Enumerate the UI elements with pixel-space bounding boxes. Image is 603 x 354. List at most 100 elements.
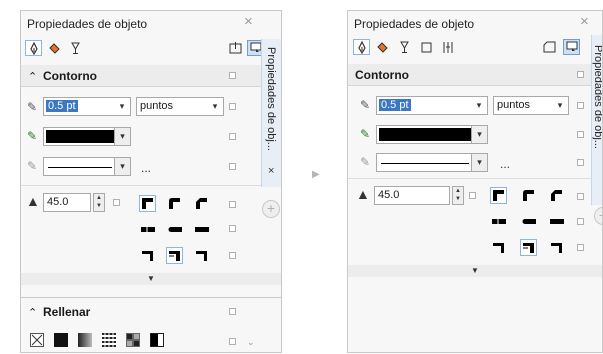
- frame-shape-button[interactable]: [227, 40, 244, 56]
- cap-round-button[interactable]: [520, 213, 537, 230]
- frame-tab[interactable]: [418, 39, 435, 55]
- cap-butt-icon: [491, 217, 506, 226]
- outline-color-picker[interactable]: ▾: [43, 127, 131, 146]
- wine-glass-icon: [71, 42, 80, 54]
- uniform-fill-button[interactable]: [54, 333, 68, 347]
- cap-square-button[interactable]: [193, 221, 210, 238]
- row-options-box[interactable]: [229, 225, 236, 232]
- row-options-box[interactable]: [229, 338, 236, 345]
- fountain-fill-button[interactable]: [78, 333, 92, 347]
- docker-tab[interactable]: Propiedades de obj... ×: [261, 39, 281, 187]
- transparency-tab[interactable]: [396, 39, 413, 55]
- outline-width-field[interactable]: 0.5 pt ▾: [376, 96, 488, 115]
- row-options-box[interactable]: [229, 163, 236, 170]
- dock-arrow-icon: [566, 41, 577, 51]
- corner-miter-icon: [493, 190, 504, 201]
- rellenar-section-header[interactable]: ⌃ Rellenar: [21, 301, 281, 323]
- miter-limit-field[interactable]: 45.0: [43, 193, 91, 212]
- line-style-picker[interactable]: ▾: [376, 153, 488, 172]
- miter-limit-spinner[interactable]: ▲ ▼: [93, 193, 105, 212]
- outline-width-value: 0.5 pt: [46, 100, 78, 112]
- texture-fill-icon: [127, 334, 139, 346]
- outline-width-pen-icon: ✎: [26, 100, 38, 114]
- corner-round-button[interactable]: [520, 187, 537, 204]
- row-options-box[interactable]: [577, 218, 584, 225]
- no-fill-icon: [31, 334, 43, 346]
- row-options-box[interactable]: [577, 193, 584, 200]
- outline-color-picker[interactable]: ▾: [376, 125, 488, 144]
- position-outside-icon: [142, 251, 153, 261]
- line-style-picker[interactable]: ▾: [43, 157, 131, 176]
- cap-square-button[interactable]: [548, 213, 565, 230]
- miter-limit-field[interactable]: 45.0: [374, 186, 450, 205]
- contorno-section-header[interactable]: ⌃ Contorno: [21, 65, 281, 87]
- position-inside-icon: [196, 251, 207, 261]
- docker-tab[interactable]: Propiedades de obj...: [591, 35, 602, 205]
- section-options-box[interactable]: [577, 71, 584, 78]
- units-dropdown[interactable]: puntos ▾: [493, 96, 569, 115]
- outline-tab[interactable]: [353, 39, 370, 55]
- panel-dock-button[interactable]: [563, 39, 580, 55]
- row-options-box[interactable]: [229, 252, 236, 259]
- row-options-box[interactable]: [577, 244, 584, 251]
- fill-tab[interactable]: [46, 40, 63, 56]
- docker-tab-label: Propiedades de obj...: [265, 47, 277, 151]
- pen-nib-icon: [29, 41, 38, 55]
- row-options-box[interactable]: [229, 201, 236, 208]
- outline-width-field[interactable]: 0.5 pt ▾: [43, 97, 131, 116]
- no-fill-button[interactable]: [30, 333, 44, 347]
- position-inside-button[interactable]: [548, 239, 565, 256]
- color-swatch: [379, 128, 471, 141]
- postscript-fill-button[interactable]: [150, 333, 164, 347]
- row-options-box[interactable]: [577, 159, 584, 166]
- object-properties-panel-left: Propiedades de objeto × ⌃ Contorno ✎ 0.5…: [20, 10, 282, 353]
- summary-tab[interactable]: [440, 39, 457, 55]
- position-center-button[interactable]: [520, 239, 537, 256]
- texture-fill-button[interactable]: [126, 333, 140, 347]
- docker-close-button[interactable]: ×: [268, 165, 274, 177]
- settings-more-button[interactable]: ...: [141, 161, 151, 175]
- row-options-box[interactable]: [113, 199, 120, 206]
- frame-shape-button[interactable]: [541, 39, 558, 55]
- add-docker-button[interactable]: +: [594, 207, 602, 225]
- wine-glass-icon: [400, 41, 409, 53]
- pattern-fill-button[interactable]: [102, 333, 116, 347]
- position-outside-button[interactable]: [490, 239, 507, 256]
- transparency-tab[interactable]: [67, 40, 84, 56]
- row-options-box[interactable]: [229, 103, 236, 110]
- cap-butt-icon: [140, 225, 155, 234]
- row-options-box[interactable]: [577, 131, 584, 138]
- corner-bevel-button[interactable]: [193, 195, 210, 212]
- close-button[interactable]: ×: [244, 14, 253, 29]
- corner-bevel-button[interactable]: [548, 187, 565, 204]
- scroll-down-icon[interactable]: ⌄: [247, 337, 255, 348]
- miter-limit-spinner[interactable]: ▲ ▼: [452, 186, 464, 205]
- paint-bucket-icon: [377, 41, 388, 53]
- close-button[interactable]: ×: [580, 14, 589, 29]
- corner-round-button[interactable]: [166, 195, 183, 212]
- chevron-down-icon: ▾: [557, 100, 563, 110]
- row-options-box[interactable]: [229, 133, 236, 140]
- corner-miter-button[interactable]: [139, 195, 156, 212]
- section-options-box[interactable]: [229, 72, 236, 79]
- frame-shape-icon: [229, 42, 242, 54]
- cap-butt-button[interactable]: [139, 221, 156, 238]
- position-outside-button[interactable]: [139, 247, 156, 264]
- row-options-box[interactable]: [577, 102, 584, 109]
- expand-more-button[interactable]: ▼: [348, 265, 602, 277]
- row-options-box[interactable]: [469, 192, 476, 199]
- position-inside-button[interactable]: [193, 247, 210, 264]
- outline-tab[interactable]: [25, 40, 42, 56]
- expand-more-button[interactable]: ▼: [21, 273, 281, 285]
- fill-tab[interactable]: [374, 39, 391, 55]
- collapse-chevron-icon: ⌃: [28, 71, 38, 83]
- section-options-box[interactable]: [229, 308, 236, 315]
- settings-more-button[interactable]: ...: [500, 157, 510, 171]
- add-docker-button[interactable]: +: [262, 200, 280, 218]
- contorno-section-header[interactable]: Contorno: [348, 64, 602, 86]
- cap-butt-button[interactable]: [490, 213, 507, 230]
- position-center-button[interactable]: [166, 247, 183, 264]
- units-dropdown[interactable]: puntos ▾: [136, 97, 224, 116]
- cap-round-button[interactable]: [166, 221, 183, 238]
- corner-miter-button[interactable]: [490, 187, 507, 204]
